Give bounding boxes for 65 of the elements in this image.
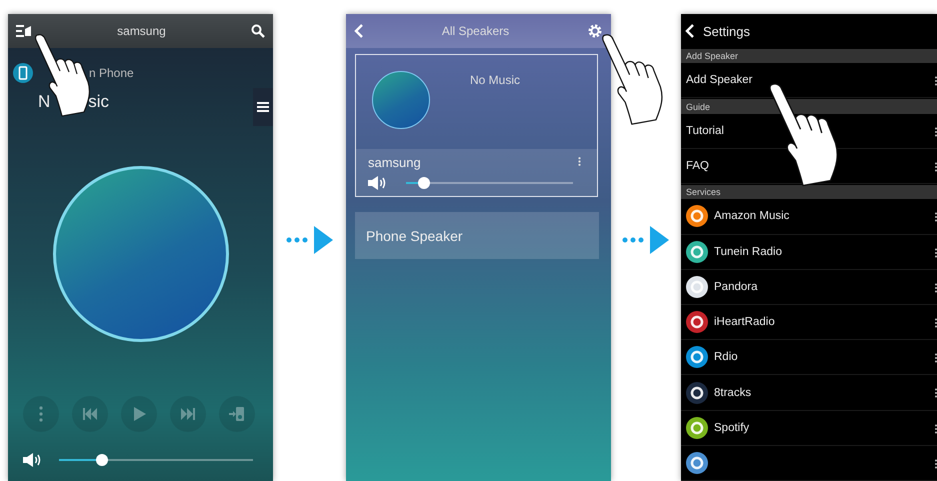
speaker-icon[interactable] [368, 176, 386, 190]
slider-thumb[interactable] [418, 177, 430, 189]
back-icon[interactable] [685, 24, 695, 38]
settings-row[interactable] [681, 446, 937, 481]
more-icon[interactable] [934, 424, 937, 434]
speaker-icon[interactable] [23, 453, 41, 467]
control-button[interactable] [219, 396, 255, 432]
volume-slider[interactable] [59, 454, 253, 466]
more-icon[interactable] [934, 388, 937, 398]
speaker-row[interactable]: Phone Speaker [355, 212, 599, 259]
settings-row[interactable]: Spotify [681, 410, 937, 446]
section-header: Services [681, 185, 937, 200]
section-header: Add Speaker [681, 49, 937, 64]
service-icon [686, 382, 708, 404]
service-icon [686, 276, 708, 298]
next-icon [181, 408, 195, 420]
settings-row[interactable]: iHeartRadio [681, 304, 937, 340]
control-button[interactable] [72, 396, 108, 432]
screen-title: Settings [703, 24, 750, 38]
speaker-output-icon [229, 407, 244, 421]
track-title: N [38, 92, 50, 112]
settings-row[interactable]: Rdio [681, 340, 937, 376]
volume-slider[interactable] [406, 177, 573, 189]
more-icon[interactable] [934, 353, 937, 364]
phone-icon [13, 63, 33, 83]
more-icon[interactable] [934, 248, 937, 258]
settings-row[interactable]: Add Speaker [681, 63, 937, 98]
menu-icon[interactable] [16, 25, 32, 37]
settings-icon[interactable] [587, 23, 603, 39]
more-icon[interactable] [934, 212, 937, 222]
service-icon [686, 416, 708, 439]
service-icon [686, 205, 708, 228]
more-icon[interactable] [934, 162, 937, 172]
source-label: n Phone [89, 66, 134, 80]
more-icon[interactable] [934, 458, 937, 469]
more-icon[interactable] [934, 76, 937, 86]
settings-row[interactable]: Amazon Music [681, 199, 937, 235]
service-icon [686, 311, 708, 334]
service-icon [686, 240, 708, 263]
track-title: No Music [470, 73, 520, 89]
previous-icon [83, 408, 97, 420]
control-button[interactable] [170, 396, 206, 432]
service-icon [686, 346, 708, 368]
more-icon[interactable] [934, 318, 937, 328]
slider-thumb[interactable] [96, 454, 108, 466]
play-icon [134, 407, 146, 421]
speaker-card[interactable]: No Music samsung [355, 54, 598, 197]
more-icon[interactable] [934, 282, 937, 293]
speaker-name: samsung [368, 155, 421, 170]
more-icon[interactable] [934, 126, 937, 137]
screen-title: All Speakers [440, 24, 510, 38]
service-icon [686, 452, 708, 474]
control-button[interactable] [121, 396, 157, 432]
side-menu-tab[interactable] [253, 88, 273, 126]
settings-row[interactable]: 8tracks [681, 375, 937, 411]
arrow-icon [286, 226, 334, 254]
settings-row[interactable]: Tunein Radio [681, 234, 937, 270]
search-icon[interactable] [251, 24, 265, 38]
menu-icon [257, 101, 269, 113]
screen-title: samsung [116, 24, 167, 38]
arrow-icon [622, 226, 670, 254]
settings-row[interactable]: Pandora [681, 270, 937, 305]
track-title: sic [88, 92, 110, 112]
section-header: Guide [681, 99, 937, 114]
more-icon [39, 406, 43, 422]
